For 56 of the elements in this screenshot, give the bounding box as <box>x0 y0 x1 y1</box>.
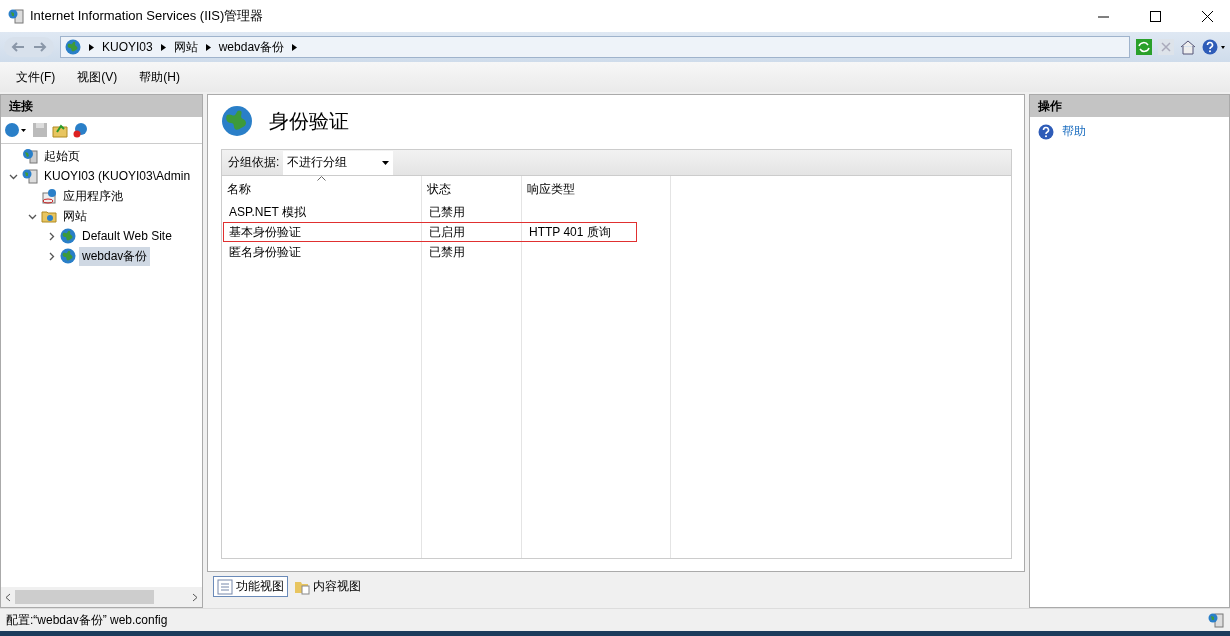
server-globe-icon <box>22 148 38 164</box>
house-icon[interactable] <box>1180 39 1196 55</box>
globe-icon <box>60 248 76 264</box>
close-icon <box>1201 10 1213 22</box>
table-row[interactable]: 匿名身份验证 已禁用 <box>223 242 637 262</box>
breadcrumb[interactable]: 网站 <box>173 38 198 56</box>
action-link[interactable]: 帮助 <box>1062 123 1086 140</box>
window-title: Internet Information Services (IIS)管理器 <box>30 7 264 25</box>
tree-item[interactable]: KUOYI03 (KUOYI03\Admin <box>41 168 194 184</box>
caret-right-icon <box>160 43 166 51</box>
globe-icon <box>60 228 76 244</box>
group-by-label: 分组依据: <box>228 154 280 171</box>
folder-arrow-icon[interactable] <box>52 122 68 138</box>
folder-icon <box>41 208 57 224</box>
panel-header: 连接 <box>1 95 202 117</box>
column-header[interactable]: 名称 <box>222 180 421 198</box>
feature-title: 身份验证 <box>269 108 349 134</box>
help-icon[interactable] <box>1202 39 1226 55</box>
breadcrumb[interactable]: webdav备份 <box>218 38 285 56</box>
caret-right-icon <box>89 43 94 51</box>
caret-right-icon <box>292 43 298 51</box>
globe-icon <box>65 39 81 55</box>
tree-item[interactable]: webdav备份 <box>79 246 151 266</box>
caret-right-icon <box>205 43 211 51</box>
server-icon <box>22 168 38 184</box>
breadcrumb[interactable]: KUOYI03 <box>102 40 153 54</box>
table-row[interactable]: ASP.NET 模拟 已禁用 <box>223 202 637 222</box>
group-by-dropdown[interactable]: 不进行分组 <box>283 150 394 175</box>
refresh-icon[interactable] <box>1136 39 1152 55</box>
menu-item[interactable]: 文件(F) <box>16 68 56 86</box>
chevron-left-icon <box>5 592 11 602</box>
server-icon <box>8 8 24 24</box>
maximize-icon <box>1149 10 1161 22</box>
caret-down-icon <box>382 160 390 165</box>
tree-item[interactable]: 起始页 <box>41 146 83 166</box>
address-bar[interactable]: KUOYI03 网站 webdav备份 <box>60 36 1130 58</box>
view-tab[interactable]: 功能视图 <box>213 576 288 597</box>
list-icon <box>217 578 233 595</box>
tree-item[interactable]: Default Web Site <box>79 228 175 244</box>
globe-icon <box>221 105 253 137</box>
horizontal-scrollbar[interactable] <box>1 587 202 607</box>
server-icon <box>1208 612 1224 628</box>
globe-dropdown-icon[interactable] <box>4 122 28 138</box>
help-icon <box>1038 123 1054 140</box>
tree-item[interactable]: 网站 <box>60 206 90 226</box>
tree-item[interactable]: 应用程序池 <box>60 186 126 206</box>
column-header[interactable]: 响应类型 <box>521 180 1011 198</box>
highlighted-row[interactable]: 基本身份验证 已启用 HTTP 401 质询 <box>223 222 637 242</box>
menu-item[interactable]: 视图(V) <box>77 68 118 86</box>
menu-item[interactable]: 帮助(H) <box>139 68 180 86</box>
status-text: 配置:“webdav备份” web.config <box>6 611 168 629</box>
chevron-right-icon <box>192 592 198 602</box>
sort-caret-icon <box>317 176 326 181</box>
column-header[interactable]: 状态 <box>421 180 521 198</box>
panel-header: 操作 <box>1030 95 1229 117</box>
view-tab[interactable]: 内容视图 <box>290 576 365 597</box>
